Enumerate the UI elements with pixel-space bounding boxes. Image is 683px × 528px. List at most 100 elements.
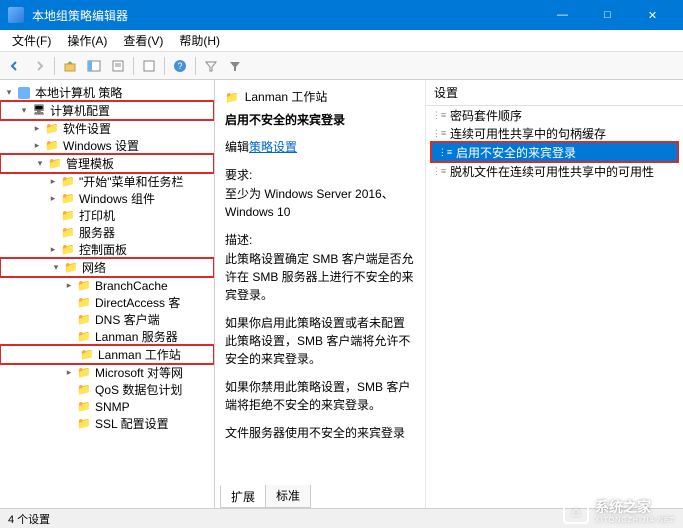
edit-policy-link[interactable]: 策略设置 xyxy=(249,140,297,154)
filter-options-button[interactable] xyxy=(224,55,246,77)
menu-help[interactable]: 帮助(H) xyxy=(171,30,228,51)
computer-icon xyxy=(31,104,47,118)
description-text: 文件服务器使用不安全的来宾登录 xyxy=(225,424,415,442)
titlebar: 本地组策略编辑器 — □ ✕ xyxy=(0,0,683,30)
close-button[interactable]: ✕ xyxy=(630,0,675,30)
tree-item[interactable]: 服务器 xyxy=(0,224,214,241)
detail-panel: Lanman 工作站 启用不安全的来宾登录 编辑策略设置 要求: 至少为 Win… xyxy=(215,80,683,508)
tree-item[interactable]: QoS 数据包计划 xyxy=(0,381,214,398)
setting-row[interactable]: ⋮≡ 密码套件顺序 xyxy=(426,106,683,124)
main-content: ▾ 本地计算机 策略 ▾ 计算机配置 ▸ 软件设置 ▸ Windows 设置 ▾ xyxy=(0,80,683,508)
window-title: 本地组策略编辑器 xyxy=(32,7,540,24)
expander-icon[interactable]: ▸ xyxy=(46,193,60,204)
forward-button[interactable] xyxy=(28,55,50,77)
folder-icon xyxy=(60,192,76,206)
description-label: 描述: xyxy=(225,231,415,248)
tree-network[interactable]: ▾ 网络 xyxy=(3,259,211,276)
tree-item[interactable]: 打印机 xyxy=(0,207,214,224)
filter-button[interactable] xyxy=(200,55,222,77)
tree-panel[interactable]: ▾ 本地计算机 策略 ▾ 计算机配置 ▸ 软件设置 ▸ Windows 设置 ▾ xyxy=(0,80,215,508)
tree-windows-settings[interactable]: ▸ Windows 设置 xyxy=(0,137,214,154)
tree-label: 计算机配置 xyxy=(50,102,110,119)
setting-icon: ⋮≡ xyxy=(432,126,446,140)
tree-label: Lanman 服务器 xyxy=(95,328,178,345)
refresh-button[interactable] xyxy=(138,55,160,77)
setting-icon: ⋮≡ xyxy=(438,145,452,159)
highlight-selected-setting: ⋮≡ 启用不安全的来宾登录 xyxy=(430,141,679,163)
tree-item[interactable]: ▸ Windows 组件 xyxy=(0,190,214,207)
up-button[interactable] xyxy=(59,55,81,77)
watermark: ⌂ 系统之家 XITONGZHIJIA.NET xyxy=(563,497,675,524)
tree-label: "开始"菜单和任务栏 xyxy=(79,173,184,190)
toolbar: ? xyxy=(0,52,683,80)
folder-icon xyxy=(60,175,76,189)
tree-software[interactable]: ▸ 软件设置 xyxy=(0,120,214,137)
expander-icon[interactable]: ▾ xyxy=(49,262,63,273)
tree-item[interactable]: Lanman 服务器 xyxy=(0,328,214,345)
expander-icon[interactable]: ▸ xyxy=(62,367,76,378)
toolbar-separator xyxy=(133,57,134,75)
setting-row[interactable]: ⋮≡ 脱机文件在连续可用性共享中的可用性 xyxy=(426,162,683,180)
tree-label: SNMP xyxy=(95,400,130,414)
folder-icon xyxy=(44,139,60,153)
tree-label: Windows 组件 xyxy=(79,190,155,207)
column-header-setting[interactable]: 设置 xyxy=(426,80,683,106)
tree-label: 控制面板 xyxy=(79,241,127,258)
tree-item[interactable]: DNS 客户端 xyxy=(0,311,214,328)
expander-icon[interactable]: ▾ xyxy=(33,158,47,169)
tree-label: 软件设置 xyxy=(63,120,111,137)
breadcrumb-label: Lanman 工作站 xyxy=(245,88,328,105)
tree-label: DNS 客户端 xyxy=(95,311,160,328)
show-hide-tree-button[interactable] xyxy=(83,55,105,77)
tree-lanman-workstation[interactable]: Lanman 工作站 xyxy=(3,346,211,363)
svg-text:?: ? xyxy=(177,61,182,71)
tree-label: Microsoft 对等网 xyxy=(95,364,183,381)
watermark-logo-icon: ⌂ xyxy=(563,498,589,524)
app-icon xyxy=(8,7,24,23)
edit-label: 编辑 xyxy=(225,140,249,154)
setting-row[interactable]: ⋮≡ 连续可用性共享中的句柄缓存 xyxy=(426,124,683,142)
tree-item[interactable]: SSL 配置设置 xyxy=(0,415,214,432)
highlight-network: ▾ 网络 xyxy=(0,257,215,278)
tree-root[interactable]: ▾ 本地计算机 策略 xyxy=(0,84,214,101)
setting-label: 连续可用性共享中的句柄缓存 xyxy=(450,125,606,142)
watermark-brand: 系统之家 xyxy=(595,499,651,515)
tree-item[interactable]: ▸ BranchCache xyxy=(0,277,214,294)
tab-extended[interactable]: 扩展 xyxy=(220,485,266,508)
expander-icon[interactable]: ▸ xyxy=(30,123,44,134)
back-button[interactable] xyxy=(4,55,26,77)
setting-label: 脱机文件在连续可用性共享中的可用性 xyxy=(450,163,654,180)
tree-computer-config[interactable]: ▾ 计算机配置 xyxy=(3,102,211,119)
help-button[interactable]: ? xyxy=(169,55,191,77)
tree-item[interactable]: DirectAccess 客 xyxy=(0,294,214,311)
expander-icon[interactable]: ▾ xyxy=(2,87,16,98)
maximize-button[interactable]: □ xyxy=(585,0,630,30)
menu-file[interactable]: 文件(F) xyxy=(4,30,59,51)
export-button[interactable] xyxy=(107,55,129,77)
tree-item[interactable]: ▸ Microsoft 对等网 xyxy=(0,364,214,381)
tree-item[interactable]: ▸ 控制面板 xyxy=(0,241,214,258)
breadcrumb: Lanman 工作站 xyxy=(225,88,415,105)
expander-icon[interactable]: ▾ xyxy=(17,105,31,116)
setting-row-selected[interactable]: ⋮≡ 启用不安全的来宾登录 xyxy=(432,143,677,161)
highlight-computer-config: ▾ 计算机配置 xyxy=(0,100,215,121)
minimize-button[interactable]: — xyxy=(540,0,585,30)
tree-item[interactable]: ▸ "开始"菜单和任务栏 xyxy=(0,173,214,190)
menu-action[interactable]: 操作(A) xyxy=(59,30,115,51)
menu-view[interactable]: 查看(V) xyxy=(115,30,171,51)
expander-icon[interactable]: ▸ xyxy=(62,280,76,291)
folder-icon xyxy=(47,157,63,171)
tree-item[interactable]: SNMP xyxy=(0,398,214,415)
description-text: 如果你禁用此策略设置，SMB 客户端将拒绝不安全的来宾登录。 xyxy=(225,378,415,414)
expander-icon[interactable]: ▸ xyxy=(46,176,60,187)
expander-icon[interactable]: ▸ xyxy=(46,244,60,255)
tree-label: SSL 配置设置 xyxy=(95,415,169,432)
expander-icon[interactable]: ▸ xyxy=(30,140,44,151)
tab-standard[interactable]: 标准 xyxy=(265,485,311,508)
setting-label: 密码套件顺序 xyxy=(450,107,522,124)
tree-admin-templates[interactable]: ▾ 管理模板 xyxy=(3,155,211,172)
tree-label: 打印机 xyxy=(79,207,115,224)
setting-icon: ⋮≡ xyxy=(432,108,446,122)
menubar: 文件(F) 操作(A) 查看(V) 帮助(H) xyxy=(0,30,683,52)
folder-icon xyxy=(76,417,92,431)
